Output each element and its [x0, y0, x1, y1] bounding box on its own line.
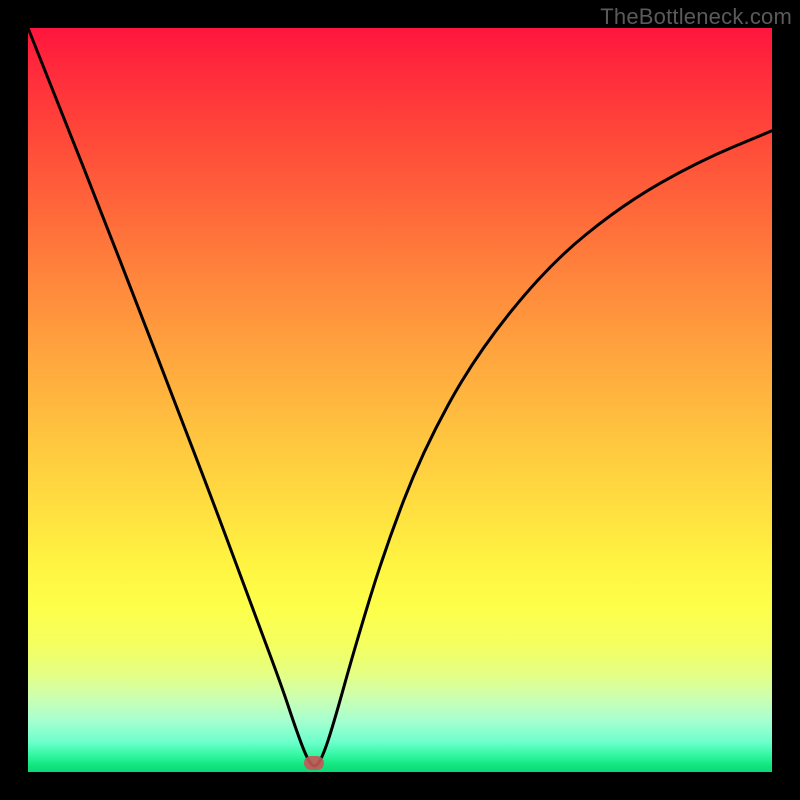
plot-area	[28, 28, 772, 772]
optimal-point-marker	[304, 756, 324, 770]
watermark-text: TheBottleneck.com	[600, 4, 792, 30]
bottleneck-curve	[28, 28, 772, 772]
